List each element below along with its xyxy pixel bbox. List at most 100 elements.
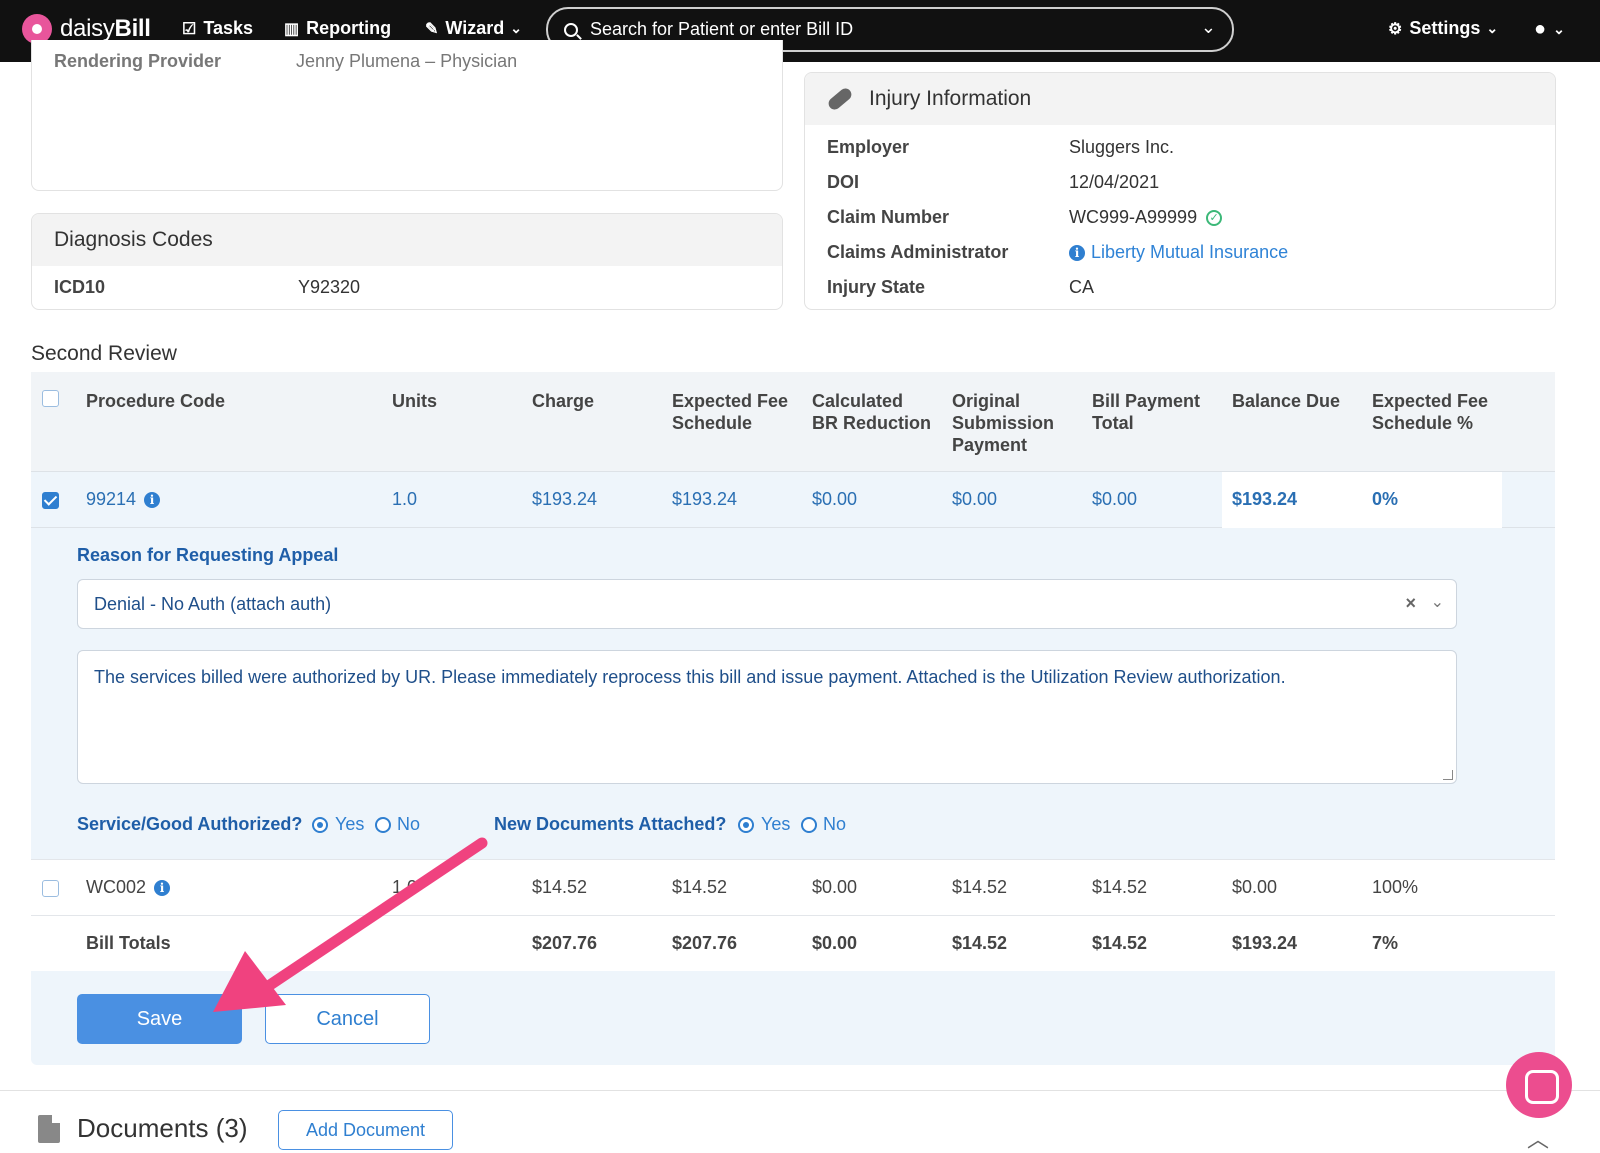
second-review-title: Second Review: [31, 342, 177, 365]
col-bill-payment-total: Bill Payment Total: [1092, 391, 1201, 433]
claims-administrator-label: Claims Administrator: [827, 242, 1009, 262]
balance-due-cell: $193.24: [1232, 489, 1298, 509]
appeal-reason-label: Reason for Requesting Appeal: [77, 545, 339, 565]
nav-settings[interactable]: ⚙ Settings ⌄: [1388, 18, 1498, 39]
calc-br-cell: $0.00: [812, 877, 858, 897]
resize-handle[interactable]: [1443, 770, 1453, 780]
chevron-up-icon[interactable]: ︿: [1527, 1122, 1549, 1153]
new-documents-no-radio[interactable]: [801, 817, 817, 833]
clear-icon[interactable]: ×: [1405, 593, 1416, 614]
bill-totals-row: Bill Totals $207.76 $207.76 $0.00 $14.52…: [31, 915, 1555, 971]
gear-icon: ⚙: [1388, 20, 1403, 38]
nav-tasks[interactable]: ☑ Tasks: [182, 18, 253, 39]
rendering-provider-value: Jenny Plumena – Physician: [296, 51, 518, 71]
diagnosis-codes-card: Diagnosis Codes ICD10 Y92320: [31, 213, 783, 310]
chevron-down-icon: ⌄: [510, 20, 522, 36]
chevron-down-icon: ⌄: [1486, 20, 1499, 36]
col-calculated-br-reduction: Calculated BR Reduction: [812, 391, 931, 433]
chat-launcher-icon[interactable]: [1506, 1052, 1572, 1118]
col-balance-due: Balance Due: [1232, 391, 1341, 411]
row-checkbox[interactable]: [42, 492, 59, 509]
magic-wand-icon: ✎: [425, 20, 439, 38]
total-charge: $207.76: [532, 933, 598, 953]
bar-chart-icon: ▥: [284, 20, 300, 38]
procedure-code-cell[interactable]: 99214 i: [86, 489, 161, 510]
appeal-explanation-textarea[interactable]: The services billed were authorized by U…: [77, 650, 1457, 784]
total-orig-payment: $14.52: [952, 933, 1008, 953]
total-calc-br: $0.00: [812, 933, 858, 953]
icd10-label: ICD10: [54, 277, 106, 297]
pdf-file-icon: [38, 1115, 60, 1143]
service-authorized-no-radio[interactable]: [375, 817, 391, 833]
save-button[interactable]: Save: [77, 994, 242, 1044]
injury-state-label: Injury State: [827, 277, 926, 297]
service-authorized-label: Service/Good Authorized?: [77, 814, 303, 834]
orig-payment-cell: $0.00: [952, 489, 998, 509]
balance-due-cell: $0.00: [1232, 877, 1278, 897]
nav-reporting[interactable]: ▥ Reporting: [284, 18, 391, 39]
add-document-button[interactable]: Add Document: [278, 1110, 453, 1150]
claim-number-label: Claim Number: [827, 207, 950, 227]
employer-label: Employer: [827, 137, 910, 157]
service-authorized-yes-label[interactable]: Yes: [335, 814, 364, 835]
efs-pct-cell: 0%: [1372, 489, 1399, 509]
clipboard-check-icon: ☑: [182, 20, 197, 38]
units-cell: 1.0: [392, 489, 418, 509]
new-documents-label: New Documents Attached?: [494, 814, 727, 834]
service-authorized-yes-radio[interactable]: [312, 817, 328, 833]
verified-check-icon: ✓: [1206, 210, 1223, 227]
chevron-down-icon[interactable]: ⌄: [1431, 592, 1444, 612]
col-charge: Charge: [532, 391, 595, 411]
procedure-code-cell[interactable]: WC002 i: [86, 877, 171, 898]
col-original-submission-payment: Original Submission Payment: [952, 391, 1055, 455]
calc-br-cell: $0.00: [812, 489, 858, 509]
brand-name: daisyBill: [60, 15, 151, 42]
injury-information-title: Injury Information: [869, 87, 1032, 110]
injury-state-value: CA: [1069, 277, 1095, 297]
total-efs-pct: 7%: [1372, 933, 1399, 953]
new-documents-yes-label[interactable]: Yes: [761, 814, 790, 835]
efs-pct-cell: 100%: [1372, 877, 1419, 897]
total-expected-fee: $207.76: [672, 933, 738, 953]
user-menu[interactable]: ● ⌄: [1534, 18, 1565, 41]
info-icon[interactable]: i: [154, 880, 171, 897]
injury-information-card: Injury Information Employer Sluggers Inc…: [804, 72, 1556, 310]
search-icon: [564, 22, 578, 37]
bill-totals-label: Bill Totals: [86, 933, 171, 953]
bandage-icon: [826, 86, 854, 112]
col-procedure-code: Procedure Code: [86, 391, 226, 411]
total-bill-payment: $14.52: [1092, 933, 1148, 953]
nav-wizard[interactable]: ✎ Wizard ⌄: [425, 18, 522, 39]
employer-value: Sluggers Inc.: [1069, 137, 1175, 157]
chevron-down-icon[interactable]: ⌄: [1201, 17, 1216, 38]
bill-payment-cell: $14.52: [1092, 877, 1148, 897]
injury-information-header: Injury Information: [805, 73, 1555, 125]
expected-fee-cell: $193.24: [672, 489, 738, 509]
info-icon[interactable]: i: [144, 492, 161, 509]
chevron-down-icon: ⌄: [1553, 21, 1565, 37]
new-documents-no-label[interactable]: No: [823, 814, 846, 835]
appeal-reason-select[interactable]: Denial - No Auth (attach auth) × ⌄: [77, 579, 1457, 629]
rendering-provider-label: Rendering Provider: [54, 51, 222, 71]
charge-cell: $14.52: [532, 877, 588, 897]
icd10-code: Y92320: [298, 277, 361, 297]
col-expected-fee-schedule-pct: Expected Fee Schedule %: [1372, 391, 1489, 433]
new-documents-yes-radio[interactable]: [738, 817, 754, 833]
service-authorized-no-label[interactable]: No: [397, 814, 420, 835]
table-row[interactable]: WC002 i 1.0 $14.52 $14.52 $0.00 $14.52 $1…: [31, 859, 1555, 915]
documents-title: Documents (3): [77, 1113, 248, 1143]
bill-payment-cell: $0.00: [1092, 489, 1138, 509]
row-checkbox[interactable]: [42, 880, 59, 897]
select-all-checkbox[interactable]: [42, 390, 59, 407]
charge-cell: $193.24: [532, 489, 598, 509]
diagnosis-codes-title: Diagnosis Codes: [32, 214, 782, 266]
col-units: Units: [392, 391, 437, 411]
units-cell: 1.0: [392, 877, 418, 897]
table-row[interactable]: 99214 i 1.0 $193.24 $193.24 $0.00 $0.00 $…: [31, 472, 1555, 528]
claims-administrator-link[interactable]: i Liberty Mutual Insurance: [1069, 242, 1288, 263]
cancel-button[interactable]: Cancel: [265, 994, 430, 1044]
provider-card: Rendering Provider Jenny Plumena – Physi…: [31, 40, 783, 191]
col-expected-fee-schedule: Expected Fee Schedule: [672, 391, 789, 433]
expected-fee-cell: $14.52: [672, 877, 728, 897]
info-icon: i: [1069, 245, 1085, 262]
